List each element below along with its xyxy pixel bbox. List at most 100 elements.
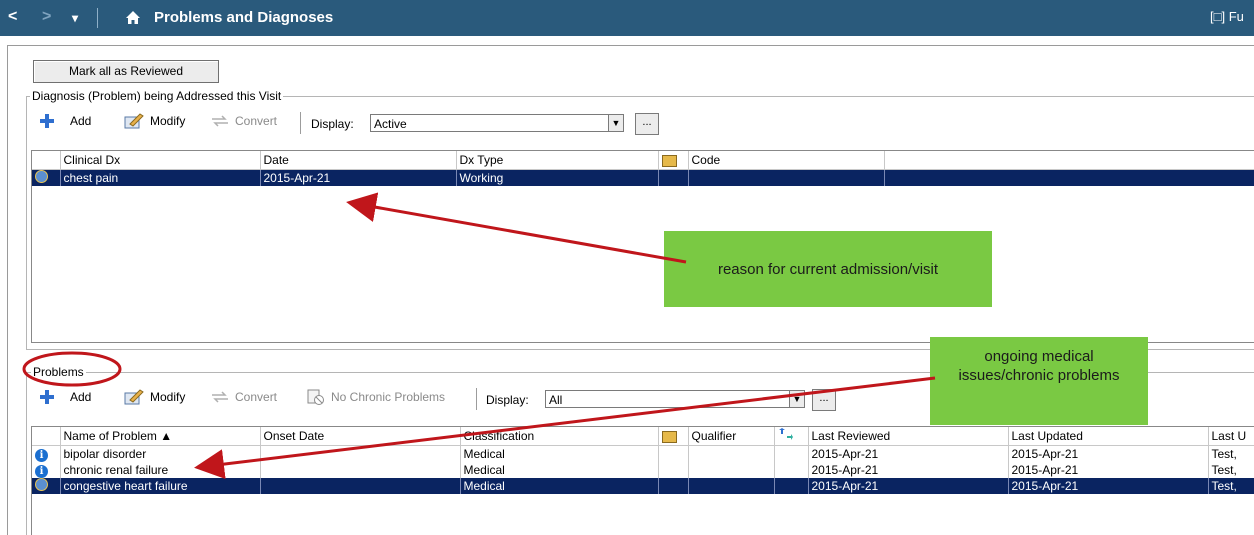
info-icon	[35, 478, 48, 491]
chevron-down-icon[interactable]: ▼	[789, 390, 805, 408]
column-header-last-updated[interactable]: Last Updated	[1008, 427, 1209, 446]
info-icon	[35, 170, 48, 183]
status-arrows-icon	[778, 427, 793, 440]
problems-display-label: Display:	[486, 393, 529, 407]
edit-icon	[124, 113, 144, 129]
column-header-code[interactable]: Code	[688, 151, 885, 170]
table-row[interactable]: i bipolar disorder Medical 2015-Apr-21 2…	[32, 445, 1254, 462]
diagnosis-display-select[interactable]: Active	[370, 114, 624, 132]
column-header-folder[interactable]	[658, 151, 689, 170]
problems-ellipsis-button[interactable]: ...	[812, 389, 836, 411]
cell-last-reviewed: 2015-Apr-21	[808, 478, 1009, 494]
title-separator	[97, 8, 98, 28]
cell-name: chronic renal failure	[60, 462, 261, 478]
cell-last-reviewed: 2015-Apr-21	[808, 445, 1009, 462]
column-header[interactable]	[32, 151, 61, 170]
diagnosis-table: Clinical Dx Date Dx Type Code chest pain…	[32, 151, 1254, 186]
no-chronic-problems-button[interactable]: No Chronic Problems	[307, 389, 445, 405]
convert-icon	[212, 115, 228, 127]
column-header[interactable]	[32, 427, 61, 446]
cell-last-updated: 2015-Apr-21	[1008, 478, 1209, 494]
problems-display-select[interactable]: All	[545, 390, 805, 408]
info-icon: i	[35, 464, 48, 478]
table-row[interactable]: congestive heart failure Medical 2015-Ap…	[32, 478, 1254, 494]
toolbar-separator	[300, 112, 301, 134]
diagnosis-table-container: Clinical Dx Date Dx Type Code chest pain…	[31, 150, 1254, 343]
cell-last-updated: 2015-Apr-21	[1008, 462, 1209, 478]
diagnosis-add-label: Add	[70, 114, 92, 128]
cell-last-updated-by: Test,	[1208, 462, 1254, 478]
column-header-folder[interactable]	[658, 427, 689, 446]
mark-all-reviewed-button[interactable]: Mark all as Reviewed	[33, 60, 219, 83]
cell-last-reviewed: 2015-Apr-21	[808, 462, 1009, 478]
cell-folder	[658, 478, 689, 494]
home-icon[interactable]	[125, 10, 141, 25]
diagnosis-convert-button[interactable]: Convert	[211, 114, 277, 128]
full-screen-button[interactable]: [□] Fu	[1210, 9, 1244, 24]
callout-chronic-problems: ongoing medical issues/chronic problems	[930, 337, 1148, 425]
info-icon: i	[35, 448, 48, 462]
problems-modify-button[interactable]: Modify	[124, 389, 185, 405]
back-button[interactable]: <	[8, 8, 17, 26]
no-chronic-icon	[307, 389, 324, 405]
cell-code	[688, 169, 885, 186]
callout-chronic-problems-text: ongoing medical issues/chronic problems	[958, 348, 1120, 384]
folder-icon	[661, 430, 677, 443]
column-header-qualifier[interactable]: Qualifier	[688, 427, 775, 446]
row-icon-cell: i	[32, 462, 61, 478]
problems-header-row: Name of Problem ▲ Onset Date Classificat…	[32, 427, 1254, 446]
table-row[interactable]: chest pain 2015-Apr-21 Working	[32, 169, 1254, 186]
problems-table-container: Name of Problem ▲ Onset Date Classificat…	[31, 426, 1254, 535]
forward-button[interactable]: >	[42, 8, 51, 26]
callout-current-visit-text: reason for current admission/visit	[717, 260, 939, 278]
diagnosis-modify-label: Modify	[150, 114, 186, 128]
history-dropdown[interactable]: ▾	[72, 11, 78, 25]
diagnosis-display-label: Display:	[311, 117, 354, 131]
column-header-classification[interactable]: Classification	[460, 427, 659, 446]
cell-folder	[658, 169, 689, 186]
diagnosis-group-label: Diagnosis (Problem) being Addressed this…	[30, 89, 284, 103]
edit-icon	[124, 389, 144, 405]
column-header-name-of-problem[interactable]: Name of Problem ▲	[60, 427, 261, 446]
cell-status	[774, 445, 809, 462]
cell-status	[774, 478, 809, 494]
toolbar-separator	[476, 388, 477, 410]
diagnosis-modify-button[interactable]: Modify	[124, 113, 185, 129]
cell-clinical-dx: chest pain	[60, 169, 261, 186]
cell-last-updated-by: Test,	[1208, 478, 1254, 494]
problems-add-button[interactable]: Add	[40, 390, 91, 404]
problems-circle-annotation	[22, 351, 122, 387]
cell-classification: Medical	[460, 478, 659, 494]
cell-empty	[884, 169, 1254, 186]
problems-convert-button[interactable]: Convert	[211, 390, 277, 404]
cell-qualifier	[688, 445, 775, 462]
column-header-status[interactable]	[774, 427, 809, 446]
cell-onset	[260, 462, 461, 478]
cell-dx-type: Working	[456, 169, 659, 186]
column-header-last-reviewed[interactable]: Last Reviewed	[808, 427, 1009, 446]
chevron-down-icon[interactable]: ▼	[608, 114, 624, 132]
diagnosis-add-button[interactable]: Add	[40, 114, 91, 128]
row-icon-cell	[32, 169, 61, 186]
cell-qualifier	[688, 462, 775, 478]
cell-name: congestive heart failure	[60, 478, 261, 494]
problems-add-label: Add	[70, 390, 92, 404]
cell-folder	[658, 462, 689, 478]
no-chronic-problems-label: No Chronic Problems	[331, 390, 446, 404]
cell-last-updated: 2015-Apr-21	[1008, 445, 1209, 462]
column-header-dx-type[interactable]: Dx Type	[456, 151, 659, 170]
column-header	[884, 151, 1254, 170]
folder-icon	[661, 154, 677, 167]
plus-icon	[40, 114, 54, 128]
diagnosis-ellipsis-button[interactable]: ...	[635, 113, 659, 135]
table-row[interactable]: i chronic renal failure Medical 2015-Apr…	[32, 462, 1254, 478]
column-header-clinical-dx[interactable]: Clinical Dx	[60, 151, 261, 170]
column-header-onset-date[interactable]: Onset Date	[260, 427, 461, 446]
column-header-last-updated-by[interactable]: Last U	[1208, 427, 1254, 446]
convert-icon	[212, 391, 228, 403]
cell-status	[774, 462, 809, 478]
problems-convert-label: Convert	[235, 390, 278, 404]
diagnosis-header-row: Clinical Dx Date Dx Type Code	[32, 151, 1254, 170]
title-bar: < > ▾ Problems and Diagnoses [□] Fu	[0, 0, 1254, 36]
column-header-date[interactable]: Date	[260, 151, 457, 170]
